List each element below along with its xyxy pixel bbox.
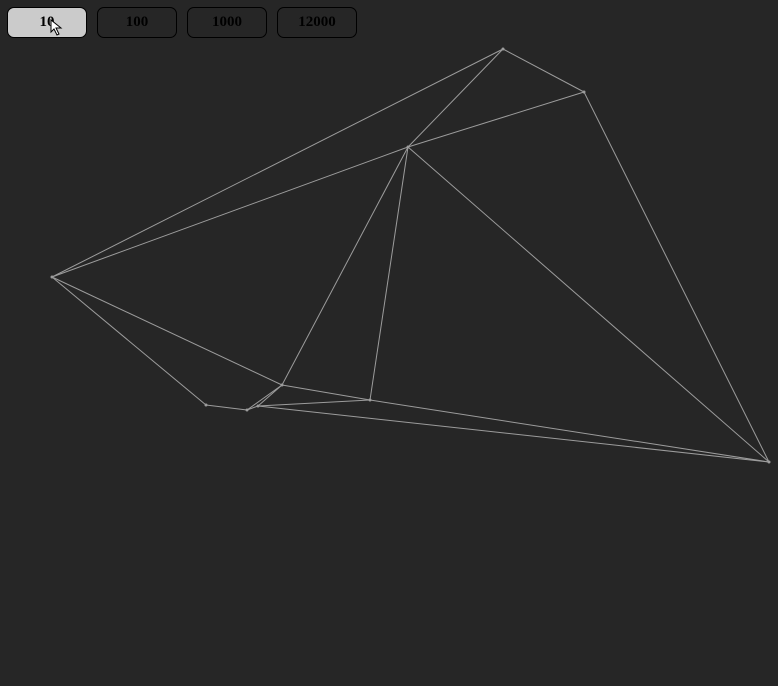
mesh-point xyxy=(246,409,249,412)
mesh-edge xyxy=(584,92,769,462)
mesh-canvas[interactable] xyxy=(0,0,778,686)
mesh-point xyxy=(205,404,208,407)
mesh-point xyxy=(369,399,372,402)
mesh-edge xyxy=(258,406,769,462)
mesh-point xyxy=(768,461,771,464)
toolbar: 10 100 1000 12000 xyxy=(7,7,357,38)
mesh-edge xyxy=(258,385,282,406)
mesh-edge xyxy=(282,147,408,385)
mesh-edge xyxy=(282,385,370,400)
mesh-point xyxy=(281,384,284,387)
mesh-point xyxy=(257,405,260,408)
mesh-edge xyxy=(52,49,503,277)
mesh-point xyxy=(502,48,505,51)
mesh-edge xyxy=(503,49,584,92)
mesh-edge xyxy=(206,405,247,410)
points-10-button[interactable]: 10 xyxy=(7,7,87,38)
mesh-edge xyxy=(370,147,408,400)
points-100-button[interactable]: 100 xyxy=(97,7,177,38)
points-12000-button[interactable]: 12000 xyxy=(277,7,357,38)
mesh-edge xyxy=(52,277,206,405)
mesh-point xyxy=(407,146,410,149)
mesh-point xyxy=(51,276,54,279)
mesh-point xyxy=(583,91,586,94)
mesh-edge xyxy=(52,277,282,385)
mesh-edge xyxy=(258,400,370,406)
points-1000-button[interactable]: 1000 xyxy=(187,7,267,38)
mesh-edge xyxy=(52,147,408,277)
